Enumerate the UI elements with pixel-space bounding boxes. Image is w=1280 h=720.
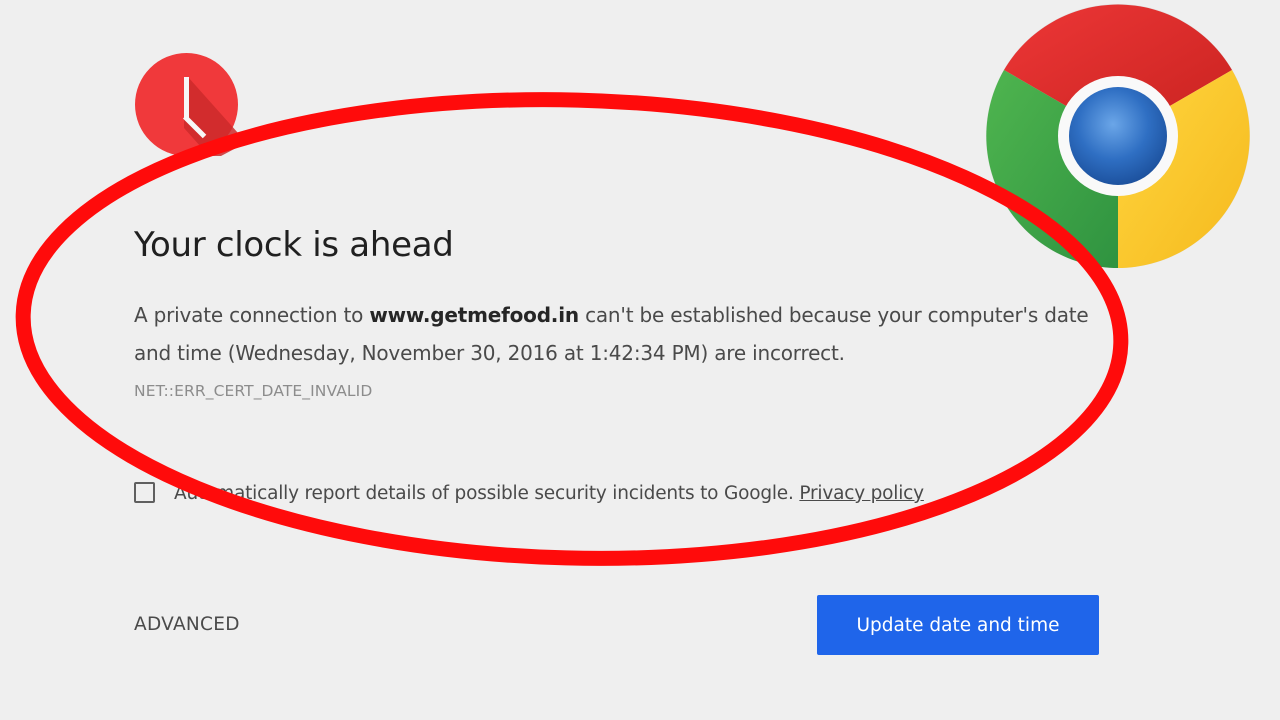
report-label: Automatically report details of possible… bbox=[174, 483, 794, 504]
report-label-container: Automatically report details of possible… bbox=[174, 480, 924, 508]
error-message: A private connection to www.getmefood.in… bbox=[134, 296, 1114, 372]
error-code: NET::ERR_CERT_DATE_INVALID bbox=[134, 382, 373, 400]
privacy-policy-link[interactable]: Privacy policy bbox=[799, 483, 924, 504]
advanced-button[interactable]: ADVANCED bbox=[134, 614, 240, 635]
update-date-time-button[interactable]: Update date and time bbox=[817, 595, 1099, 655]
message-prefix: A private connection to bbox=[134, 303, 370, 327]
clock-icon bbox=[135, 53, 238, 156]
report-checkbox[interactable] bbox=[134, 482, 155, 503]
chrome-logo bbox=[986, 4, 1250, 268]
page-title: Your clock is ahead bbox=[134, 225, 454, 265]
site-domain: www.getmefood.in bbox=[369, 303, 579, 327]
